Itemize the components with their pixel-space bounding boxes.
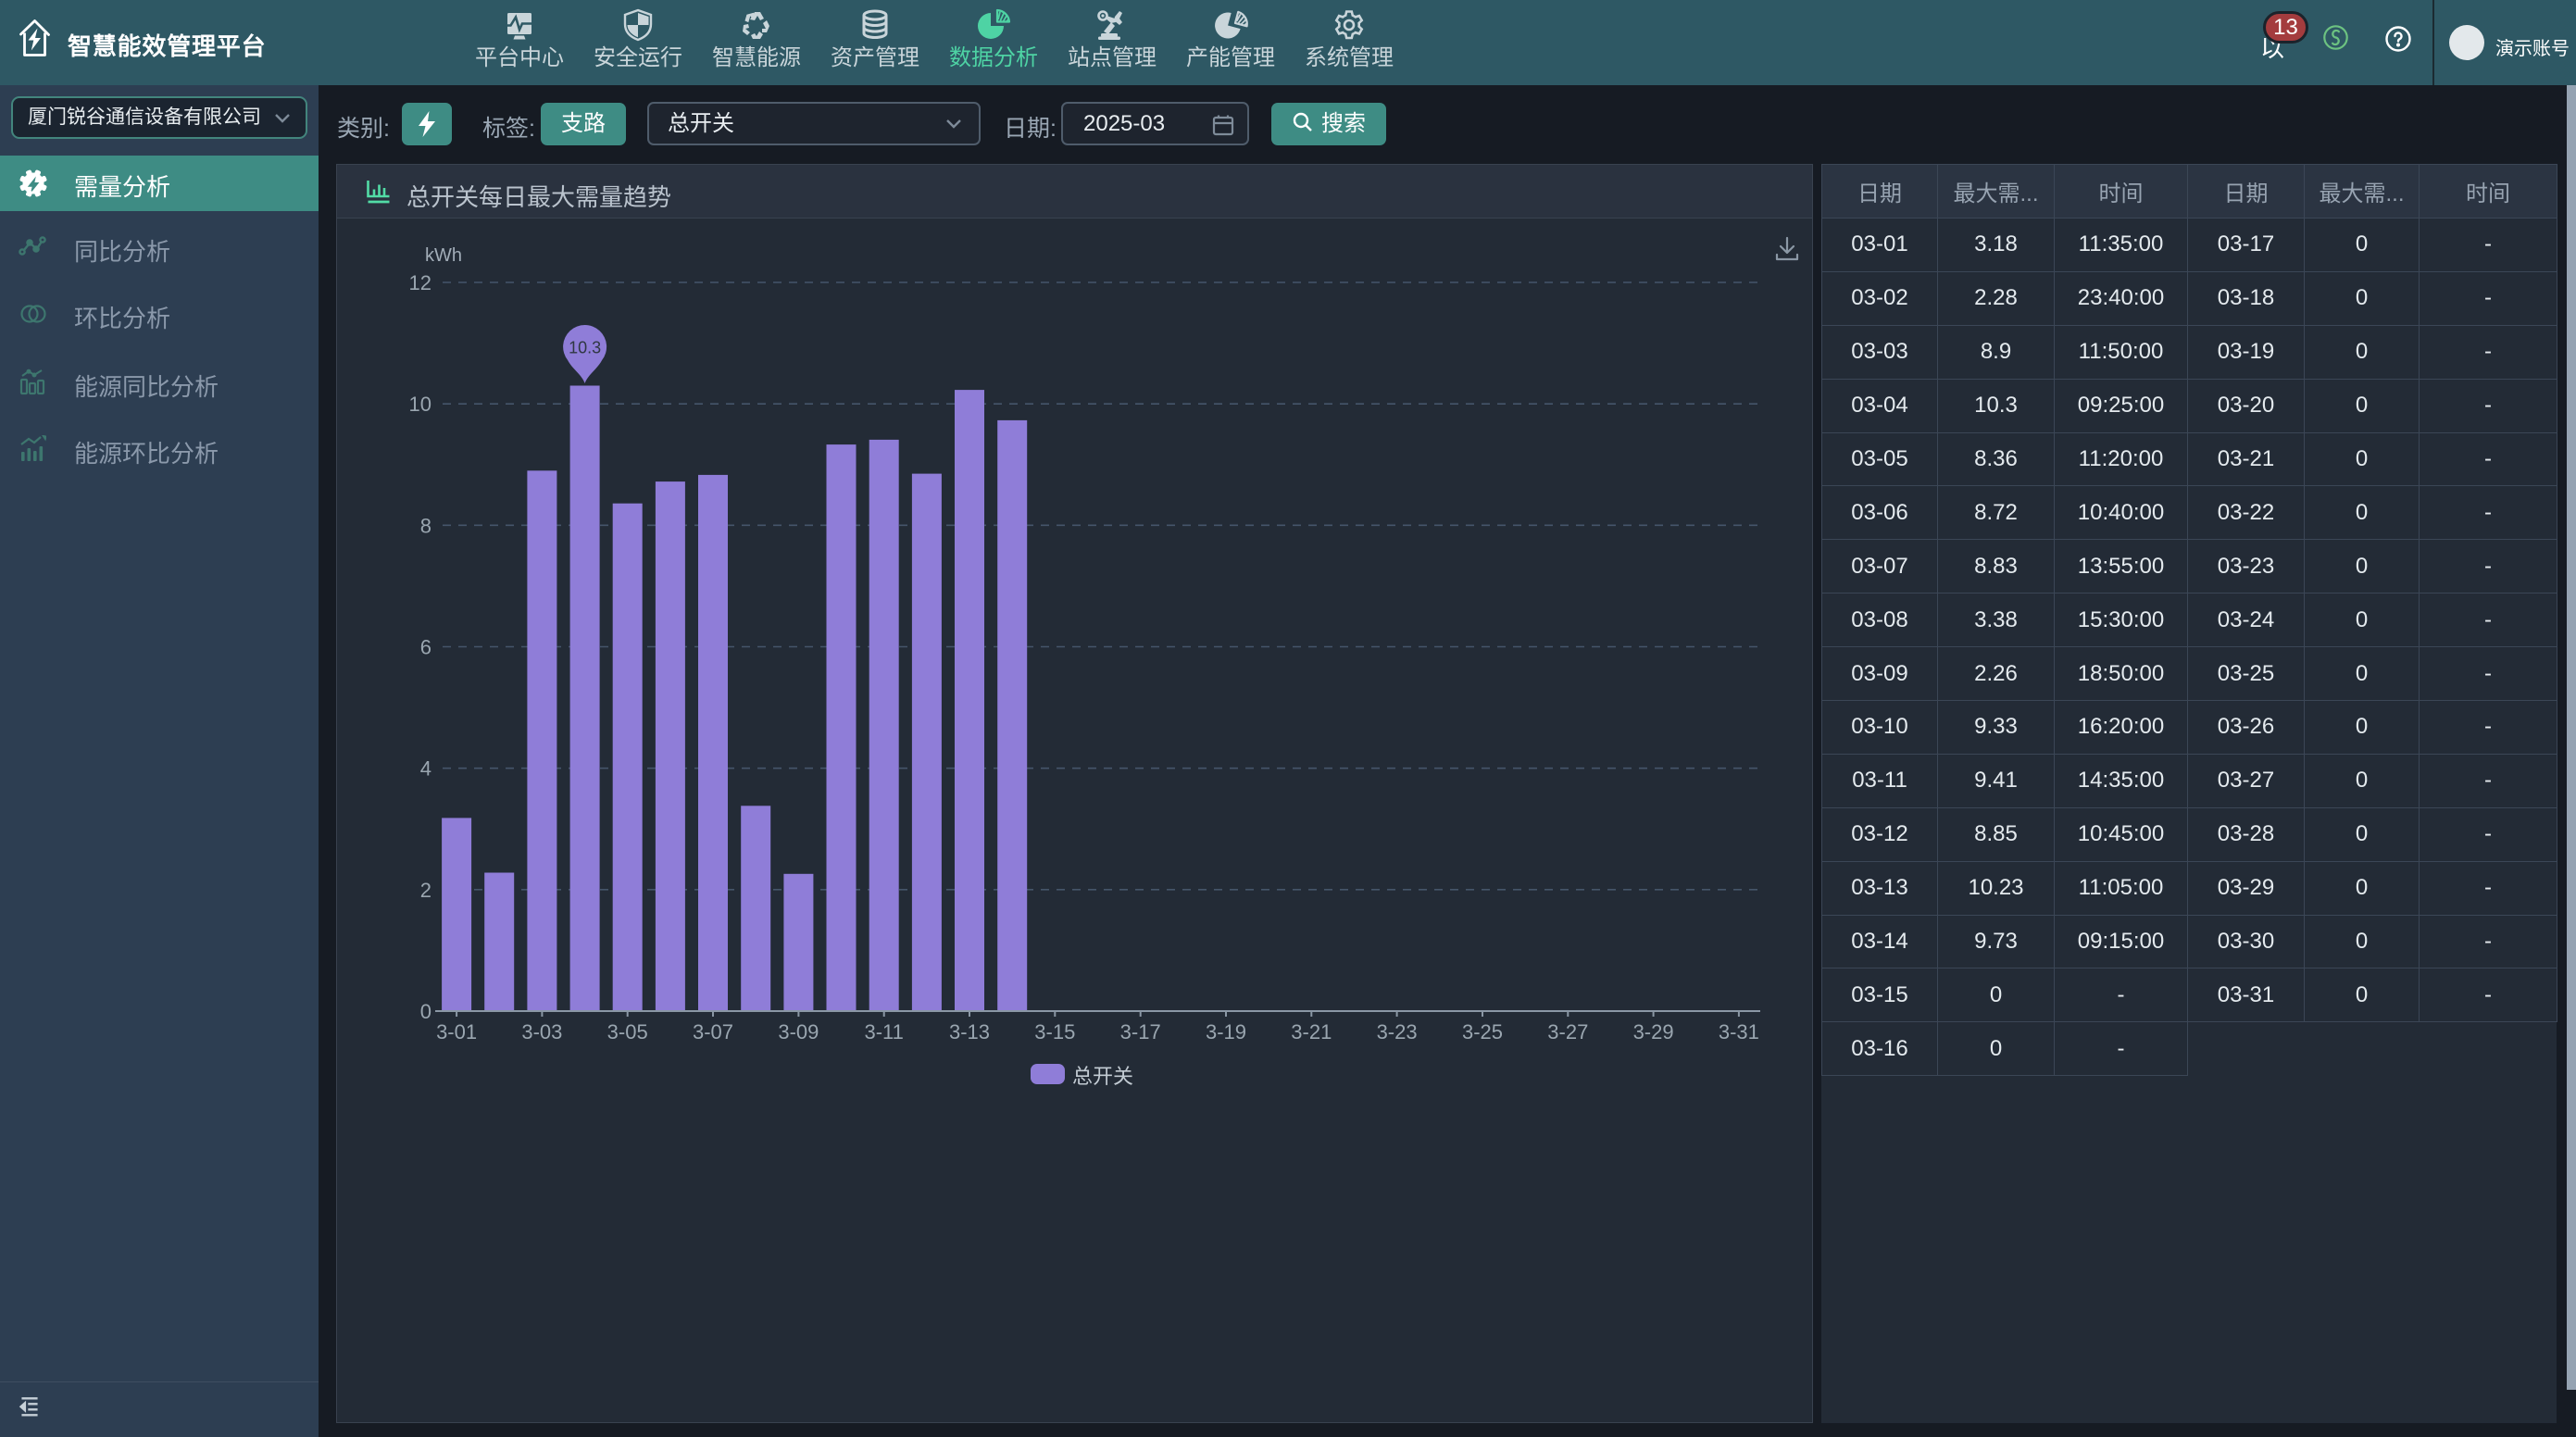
svg-text:2: 2 [420,879,431,902]
svg-text:3-27: 3-27 [1547,1020,1588,1043]
svg-text:kWh: kWh [425,245,462,266]
svg-text:3-19: 3-19 [1206,1020,1246,1043]
svg-text:0: 0 [420,1000,431,1023]
svg-text:3-31: 3-31 [1719,1020,1759,1043]
svg-text:4: 4 [420,757,431,781]
svg-text:3-25: 3-25 [1462,1020,1503,1043]
svg-text:3-03: 3-03 [521,1020,562,1043]
svg-text:8: 8 [420,514,431,537]
svg-text:3-07: 3-07 [693,1020,733,1043]
svg-text:总开关: 总开关 [1072,1065,1133,1088]
svg-text:12: 12 [409,271,431,294]
svg-text:10: 10 [409,393,431,416]
svg-text:3-05: 3-05 [607,1020,648,1043]
svg-text:3-13: 3-13 [949,1020,990,1043]
svg-text:3-23: 3-23 [1377,1020,1418,1043]
svg-text:3-29: 3-29 [1633,1020,1674,1043]
svg-text:3-15: 3-15 [1034,1020,1075,1043]
svg-text:3-09: 3-09 [778,1020,819,1043]
svg-text:10.3: 10.3 [569,339,601,357]
svg-text:3-21: 3-21 [1291,1020,1332,1043]
svg-text:3-11: 3-11 [864,1020,903,1043]
svg-text:3-01: 3-01 [436,1020,477,1043]
svg-text:3-17: 3-17 [1120,1020,1161,1043]
svg-text:6: 6 [420,636,431,659]
